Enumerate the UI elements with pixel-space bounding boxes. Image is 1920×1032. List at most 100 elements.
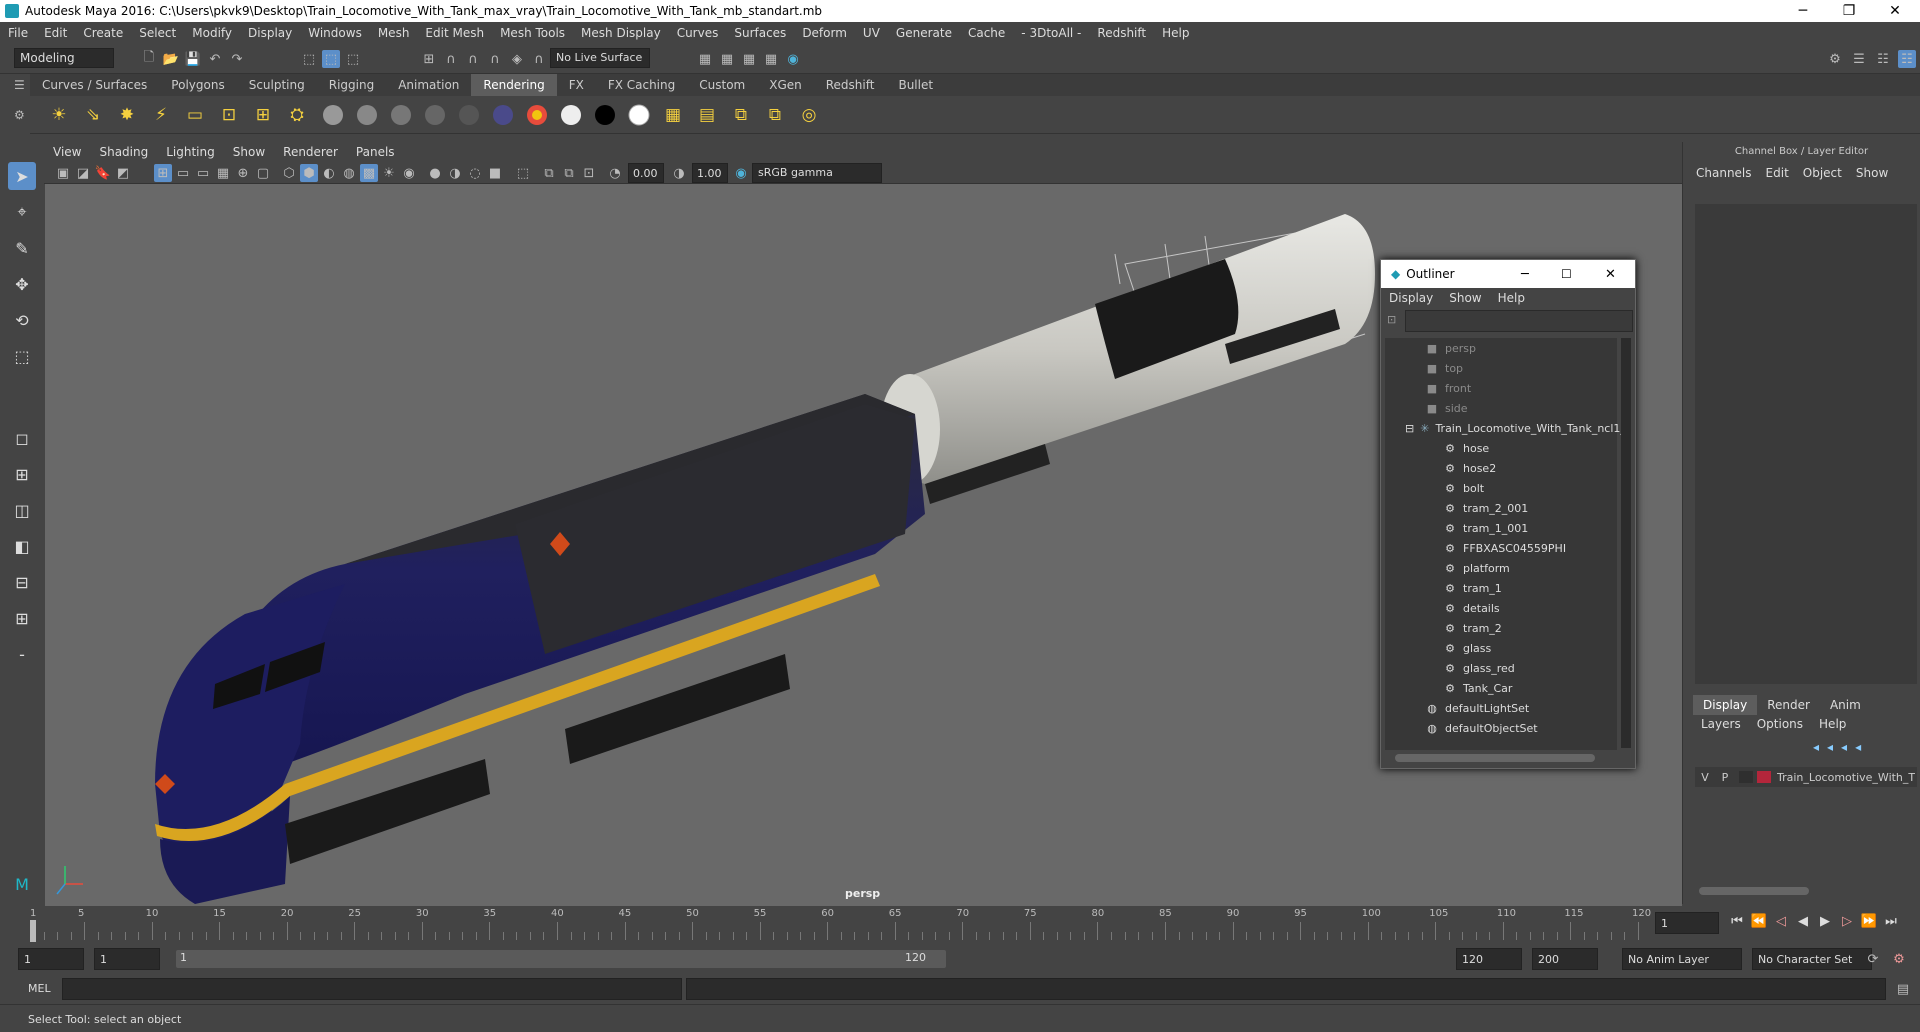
character-set-dropdown[interactable]: No Character Set — [1752, 948, 1872, 970]
menu-edit-mesh[interactable]: Edit Mesh — [417, 26, 492, 40]
xray-joints-icon[interactable]: ⧉ — [540, 164, 558, 182]
four-pane-icon[interactable]: ⊞ — [8, 460, 36, 488]
list-item[interactable]: ⚙ tram_2_001 — [1385, 498, 1617, 518]
snap-view-icon[interactable]: ∩ — [486, 50, 504, 68]
menu-redshift[interactable]: Redshift — [1089, 26, 1154, 40]
list-item[interactable]: ⚙ tram_2 — [1385, 618, 1617, 638]
shelf-tab-custom[interactable]: Custom — [687, 74, 757, 96]
viewport-menu-show[interactable]: Show — [224, 145, 274, 159]
list-item[interactable]: ⊟ ✳ Train_Locomotive_With_Tank_ncl1_ — [1385, 418, 1626, 438]
outliner-minimize-button[interactable]: ─ — [1521, 267, 1529, 282]
textured-icon[interactable]: ◍ — [340, 164, 358, 182]
viewport-menu-view[interactable]: View — [44, 145, 90, 159]
material-gray4-icon[interactable] — [422, 102, 448, 128]
layer-color-swatch[interactable] — [1757, 771, 1771, 783]
grid-icon[interactable]: ⊞ — [154, 164, 172, 182]
play-back-icon[interactable]: ◀ — [1794, 912, 1812, 930]
shelf-tab-rigging[interactable]: Rigging — [317, 74, 386, 96]
snap-curve-icon[interactable]: ∩ — [442, 50, 460, 68]
area-light-icon[interactable]: ▭ — [182, 102, 208, 128]
snap-grid-icon[interactable]: ⊞ — [420, 50, 438, 68]
camera-select-icon[interactable]: ▣ — [54, 164, 72, 182]
material-gray5-icon[interactable] — [456, 102, 482, 128]
time-slider[interactable]: 1 5 10 15 20 25 30 35 40 45 50 55 60 65 70 75 80 85 90 95 10… — [30, 906, 1651, 942]
list-item[interactable]: ⚙ details — [1385, 598, 1617, 618]
material-gray1-icon[interactable] — [320, 102, 346, 128]
shelf-settings-icon[interactable]: ⚙ — [14, 108, 28, 122]
layout-icon[interactable]: ⊞ — [8, 604, 36, 632]
outliner-menu-show[interactable]: Show — [1441, 291, 1489, 305]
outliner-maximize-button[interactable]: ☐ — [1561, 267, 1572, 281]
shelf-tab-curves-surfaces[interactable]: Curves / Surfaces — [30, 74, 159, 96]
outliner-scrollbar[interactable] — [1621, 338, 1631, 748]
select-component-icon[interactable]: ⬚ — [344, 50, 362, 68]
go-to-end-icon[interactable]: ⏭ — [1882, 912, 1900, 930]
current-time-marker[interactable] — [30, 920, 36, 942]
shadows-icon[interactable]: ☀ — [380, 164, 398, 182]
shelf-tab-animation[interactable]: Animation — [386, 74, 471, 96]
single-pane-icon[interactable]: ◻ — [8, 424, 36, 452]
select-object-icon[interactable]: ⬚ — [322, 50, 340, 68]
material-white-icon[interactable] — [558, 102, 584, 128]
list-item[interactable]: ■ front — [1385, 378, 1617, 398]
point-light-icon[interactable]: ✸ — [114, 102, 140, 128]
batch-render-icon[interactable]: ⧉ — [728, 102, 754, 128]
xray-components-icon[interactable]: ⧉ — [560, 164, 578, 182]
hypershade-icon[interactable]: ◉ — [784, 50, 802, 68]
step-back-key-icon[interactable]: ⏪ — [1750, 912, 1768, 930]
colorspace-dropdown[interactable]: sRGB gamma — [752, 163, 882, 183]
antialias-icon[interactable]: ◑ — [446, 164, 464, 182]
select-hierarchy-icon[interactable]: ⬚ — [300, 50, 318, 68]
film-gate-icon[interactable]: ▭ — [174, 164, 192, 182]
layer-visibility[interactable]: V — [1695, 771, 1715, 784]
color-management-icon[interactable]: ◉ — [732, 164, 750, 182]
redo-icon[interactable]: ↷ — [228, 50, 246, 68]
menu-3dtoall[interactable]: - 3DtoAll - — [1013, 26, 1089, 40]
viewport-menu-shading[interactable]: Shading — [90, 145, 157, 159]
menu-cache[interactable]: Cache — [960, 26, 1013, 40]
channel-menu-object[interactable]: Object — [1796, 166, 1849, 180]
tab-display[interactable]: Display — [1693, 695, 1758, 715]
shelf-tab-bullet[interactable]: Bullet — [886, 74, 945, 96]
outliner-search-input[interactable] — [1405, 310, 1633, 332]
step-back-icon[interactable]: ◁ — [1772, 912, 1790, 930]
menu-mesh-tools[interactable]: Mesh Tools — [492, 26, 573, 40]
field-chart-icon[interactable]: ⊕ — [234, 164, 252, 182]
maximize-button[interactable]: ❐ — [1826, 0, 1872, 22]
playback-end-field[interactable]: 120 — [1456, 948, 1522, 970]
collapse-icon[interactable]: - — [8, 640, 36, 668]
smooth-shade-icon[interactable]: ⬢ — [300, 164, 318, 182]
select-tool-icon[interactable]: ➤ — [8, 162, 36, 190]
script-editor-icon[interactable]: ▤ — [1894, 980, 1912, 998]
save-scene-icon[interactable]: 💾 — [184, 50, 202, 68]
render-view-icon[interactable]: ▦ — [718, 50, 736, 68]
frame-all-icon[interactable]: ⊡ — [580, 164, 598, 182]
outliner-close-button[interactable]: ✕ — [1605, 267, 1616, 282]
bookmark-icon[interactable]: 🔖 — [94, 164, 112, 182]
menu-generate[interactable]: Generate — [888, 26, 960, 40]
start-time-field[interactable]: 1 — [18, 948, 84, 970]
wireframe-icon[interactable]: ⬡ — [280, 164, 298, 182]
outliner-titlebar[interactable]: ◆ Outliner ─ ☐ ✕ — [1381, 260, 1635, 288]
open-scene-icon[interactable]: 📂 — [162, 50, 180, 68]
step-forward-icon[interactable]: ▷ — [1838, 912, 1856, 930]
shelf-tab-redshift[interactable]: Redshift — [814, 74, 887, 96]
list-item[interactable]: ⚙ tram_1_001 — [1385, 518, 1617, 538]
list-item[interactable]: ■ top — [1385, 358, 1617, 378]
move-tool-icon[interactable]: ✥ — [8, 270, 36, 298]
menu-surfaces[interactable]: Surfaces — [726, 26, 794, 40]
tab-render[interactable]: Render — [1757, 695, 1820, 715]
camera-attr-icon[interactable]: ◪ — [74, 164, 92, 182]
menu-uv[interactable]: UV — [855, 26, 888, 40]
rotate-tool-icon[interactable]: ⟲ — [8, 306, 36, 334]
lasso-tool-icon[interactable]: ⌖ — [8, 198, 36, 226]
outliner-menu-display[interactable]: Display — [1381, 291, 1441, 305]
material-ramp-icon[interactable] — [490, 102, 516, 128]
menu-help[interactable]: Help — [1154, 26, 1197, 40]
undo-icon[interactable]: ↶ — [206, 50, 224, 68]
preferences-icon[interactable]: ⚙ — [1890, 950, 1908, 968]
command-input[interactable] — [62, 978, 682, 1000]
menu-curves[interactable]: Curves — [669, 26, 727, 40]
camera-aim-icon[interactable]: ⛭ — [284, 102, 310, 128]
wireframe-on-shaded-icon[interactable]: ◐ — [320, 164, 338, 182]
